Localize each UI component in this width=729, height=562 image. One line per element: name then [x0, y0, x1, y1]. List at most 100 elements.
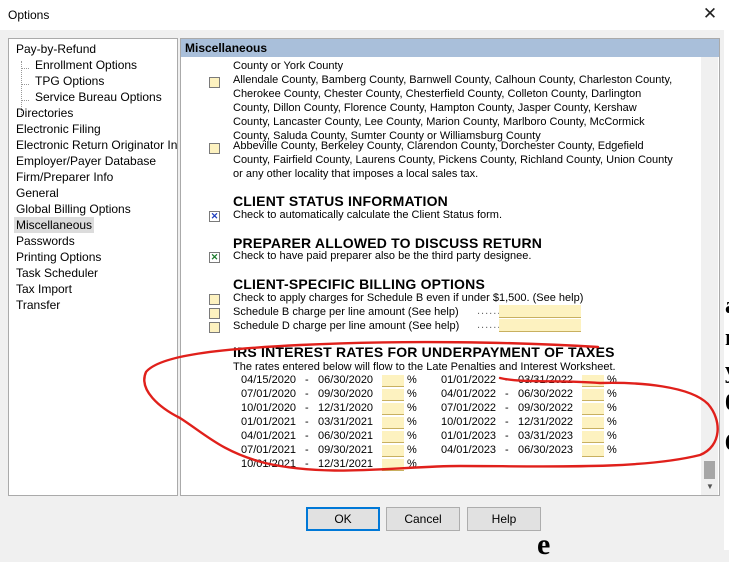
scroll-down-icon[interactable]: ▼ [706, 482, 714, 491]
help-button[interactable]: Help [467, 507, 541, 531]
billing-line-2: Schedule B charge per line amount (See h… [233, 306, 459, 318]
tree-branch [21, 100, 29, 101]
ok-button[interactable]: OK [306, 507, 380, 531]
county-line: Cherokee County, Chester County, Chester… [233, 88, 642, 100]
billing-line-1: Check to apply charges for Schedule B ev… [233, 292, 584, 304]
title-bar: Options ✕ [0, 0, 729, 30]
billing-line-3: Schedule D charge per line amount (See h… [233, 320, 460, 332]
background-text-a: a [725, 293, 729, 320]
tree-branch [21, 84, 29, 85]
rate-input[interactable] [582, 445, 604, 457]
rate-dash: - [505, 416, 509, 428]
rate-input[interactable] [582, 431, 604, 443]
nav-item-global-billing-options[interactable]: Global Billing Options [14, 201, 133, 217]
rate-percent: % [407, 444, 417, 456]
nav-item-pay-by-refund[interactable]: Pay-by-Refund [14, 41, 98, 57]
nav-item-service-bureau-options[interactable]: Service Bureau Options [33, 89, 164, 105]
rate-start-date: 07/01/2020 [241, 388, 297, 400]
rate-start-date: 07/01/2021 [241, 444, 297, 456]
rate-dash: - [305, 444, 309, 456]
rate-dash: - [305, 374, 309, 386]
cancel-button[interactable]: Cancel [386, 507, 460, 531]
rate-end-date: 09/30/2020 [318, 388, 374, 400]
schedule-d-charge-input[interactable] [499, 319, 581, 332]
rate-end-date: 06/30/2023 [518, 444, 574, 456]
billing-heading: CLIENT-SPECIFIC BILLING OPTIONS [233, 276, 485, 292]
close-icon[interactable]: ✕ [699, 4, 721, 24]
rate-input[interactable] [582, 389, 604, 401]
background-text-e: e [537, 528, 551, 561]
rate-end-date: 09/30/2021 [318, 444, 374, 456]
schedule-b-charge-input[interactable] [499, 305, 581, 318]
nav-item-ero-info[interactable]: Electronic Return Originator Info [14, 137, 177, 153]
options-nav-list: Pay-by-Refund Enrollment Options TPG Opt… [8, 38, 178, 496]
county-group-1-checkbox[interactable] [209, 77, 220, 88]
rate-start-date: 10/01/2021 [241, 458, 297, 470]
rate-end-date: 12/31/2020 [318, 402, 374, 414]
rate-end-date: 03/31/2021 [318, 416, 374, 428]
county-group-2-checkbox[interactable] [209, 143, 220, 154]
rate-input[interactable] [582, 417, 604, 429]
rate-input[interactable] [582, 403, 604, 415]
rate-percent: % [407, 458, 417, 470]
client-status-text: Check to automatically calculate the Cli… [233, 209, 503, 221]
nav-item-passwords[interactable]: Passwords [14, 233, 77, 249]
rate-input[interactable] [382, 375, 404, 387]
rate-end-date: 12/31/2022 [518, 416, 574, 428]
vertical-scrollbar[interactable]: ▼ [701, 57, 718, 495]
rate-input[interactable] [382, 417, 404, 429]
rate-start-date: 01/01/2022 [441, 374, 497, 386]
background-text-y: y [725, 358, 729, 385]
county-line: County, Fairfield County, Laurens County… [233, 154, 673, 166]
rate-percent: % [607, 430, 617, 442]
rate-percent: % [407, 402, 417, 414]
irs-rates-heading: IRS INTEREST RATES FOR UNDERPAYMENT OF T… [233, 344, 615, 360]
nav-item-miscellaneous[interactable]: Miscellaneous [14, 217, 95, 233]
nav-item-tpg-options[interactable]: TPG Options [33, 73, 106, 89]
rate-input[interactable] [582, 375, 604, 387]
rate-percent: % [607, 402, 617, 414]
rate-dash: - [505, 430, 509, 442]
scrollbar-thumb[interactable] [704, 461, 715, 479]
nav-item-employer-payer-database[interactable]: Employer/Payer Database [14, 153, 158, 169]
rate-percent: % [607, 374, 617, 386]
rate-end-date: 06/30/2020 [318, 374, 374, 386]
county-line: Abbeville County, Berkeley County, Clare… [233, 140, 644, 152]
rate-dash: - [505, 374, 509, 386]
background-window-edge [724, 30, 729, 550]
schedule-b-charge-checkbox[interactable] [209, 308, 220, 319]
client-status-checkbox[interactable]: ✕ [209, 211, 220, 222]
miscellaneous-panel: Miscellaneous County or York County Alle… [180, 38, 720, 496]
preparer-text: Check to have paid preparer also be the … [233, 250, 532, 262]
rate-start-date: 04/15/2020 [241, 374, 297, 386]
nav-item-task-scheduler[interactable]: Task Scheduler [14, 265, 100, 281]
rate-input[interactable] [382, 431, 404, 443]
nav-item-tax-import[interactable]: Tax Import [14, 281, 74, 297]
rate-dash: - [305, 416, 309, 428]
rate-input[interactable] [382, 403, 404, 415]
rate-dash: - [305, 430, 309, 442]
nav-item-directories[interactable]: Directories [14, 105, 75, 121]
rate-start-date: 10/01/2020 [241, 402, 297, 414]
rate-input[interactable] [382, 459, 404, 471]
background-text-n: n [725, 325, 729, 352]
preparer-checkbox[interactable]: ✕ [209, 252, 220, 263]
rate-percent: % [407, 416, 417, 428]
rate-start-date: 01/01/2021 [241, 416, 297, 428]
window-title: Options [8, 8, 50, 22]
rate-input[interactable] [382, 445, 404, 457]
nav-item-printing-options[interactable]: Printing Options [14, 249, 103, 265]
rate-percent: % [407, 388, 417, 400]
nav-item-electronic-filing[interactable]: Electronic Filing [14, 121, 103, 137]
rate-input[interactable] [382, 389, 404, 401]
rate-percent: % [407, 374, 417, 386]
rate-start-date: 10/01/2022 [441, 416, 497, 428]
rate-dash: - [305, 402, 309, 414]
nav-item-firm-preparer-info[interactable]: Firm/Preparer Info [14, 169, 115, 185]
nav-item-general[interactable]: General [14, 185, 61, 201]
schedule-d-charge-checkbox[interactable] [209, 322, 220, 333]
nav-item-transfer[interactable]: Transfer [14, 297, 62, 313]
schedule-b-under-checkbox[interactable] [209, 294, 220, 305]
rate-start-date: 04/01/2022 [441, 388, 497, 400]
nav-item-enrollment-options[interactable]: Enrollment Options [33, 57, 139, 73]
